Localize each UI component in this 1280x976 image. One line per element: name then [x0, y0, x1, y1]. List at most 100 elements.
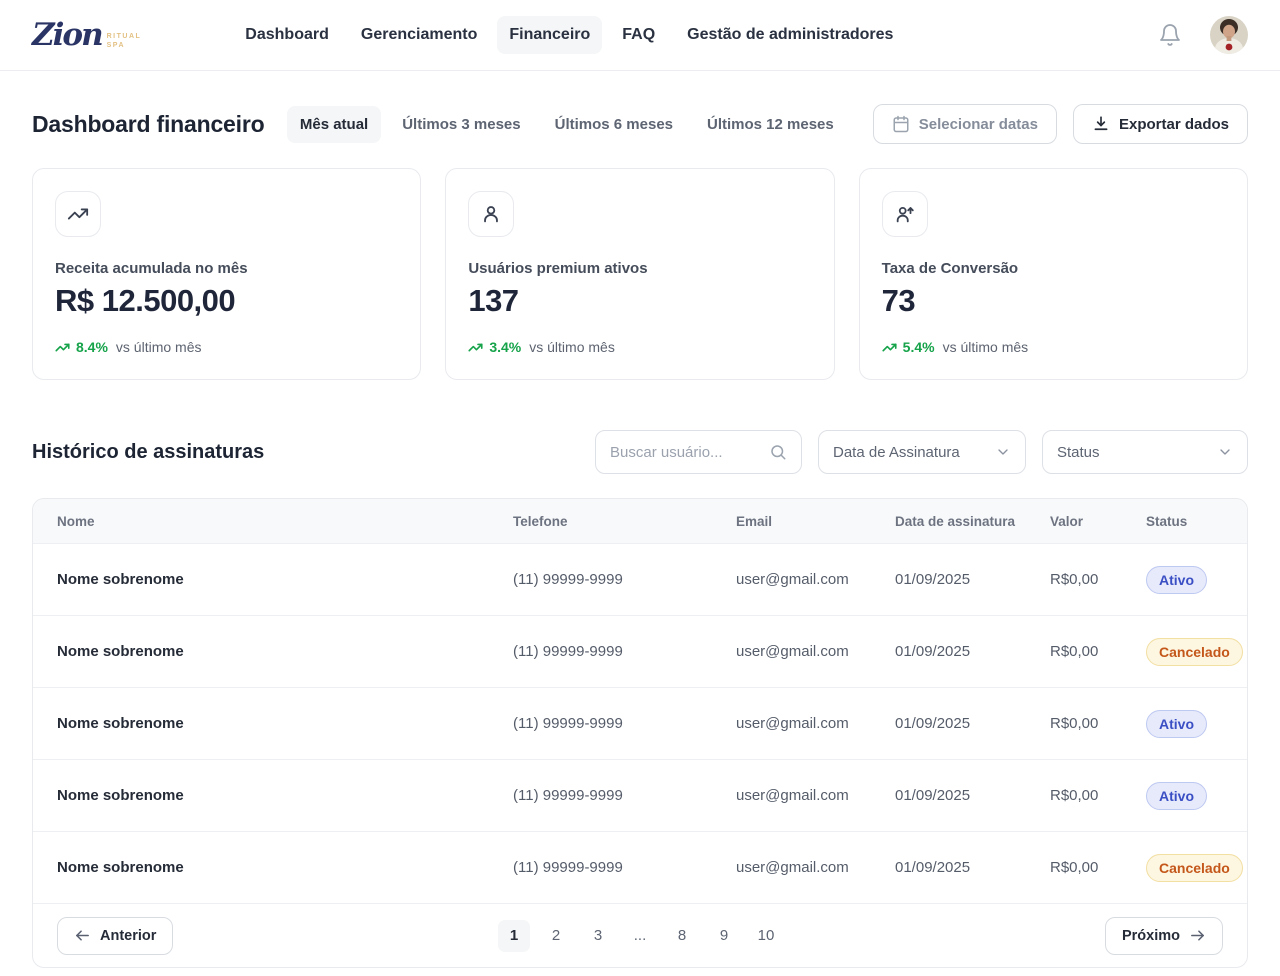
stat-value: R$ 12.500,00 — [55, 283, 398, 319]
nav-item-gestao-administradores[interactable]: Gestão de administradores — [675, 16, 905, 54]
cell-date: 01/09/2025 — [895, 643, 1050, 660]
nav-item-financeiro[interactable]: Financeiro — [497, 16, 602, 54]
next-page-button[interactable]: Próximo — [1105, 917, 1223, 955]
column-header-email: Email — [736, 514, 895, 529]
status-badge: Ativo — [1146, 710, 1207, 738]
table-row[interactable]: Nome sobrenome (11) 99999-9999 user@gmai… — [33, 759, 1247, 831]
subscriptions-header: Histórico de assinaturas Data de Assinat… — [32, 430, 1248, 474]
stat-delta-suffix: vs último mês — [529, 339, 615, 355]
stat-delta: 3.4% vs último mês — [468, 339, 811, 355]
stat-value: 137 — [468, 283, 811, 319]
cell-email: user@gmail.com — [736, 715, 895, 732]
filter-data-assinatura-label: Data de Assinatura — [833, 444, 960, 461]
user-avatar[interactable] — [1210, 16, 1248, 54]
cell-phone: (11) 99999-9999 — [513, 571, 736, 588]
table-row[interactable]: Nome sobrenome (11) 99999-9999 user@gmai… — [33, 543, 1247, 615]
nav-item-faq[interactable]: FAQ — [610, 16, 667, 54]
cell-name: Nome sobrenome — [57, 787, 513, 804]
filter-status-label: Status — [1057, 444, 1100, 461]
trend-up-icon — [55, 340, 70, 355]
page-header: Dashboard financeiro Mês atual Últimos 3… — [32, 104, 1248, 144]
stat-label: Taxa de Conversão — [882, 260, 1225, 277]
cell-phone: (11) 99999-9999 — [513, 715, 736, 732]
search-input[interactable] — [610, 444, 761, 461]
status-badge: Ativo — [1146, 566, 1207, 594]
stat-card-taxa-conversao: Taxa de Conversão 73 5.4% vs último mês — [859, 168, 1248, 380]
cell-email: user@gmail.com — [736, 787, 895, 804]
tab-mes-atual[interactable]: Mês atual — [287, 106, 381, 143]
table-row[interactable]: Nome sobrenome (11) 99999-9999 user@gmai… — [33, 615, 1247, 687]
stat-card-receita: Receita acumulada no mês R$ 12.500,00 8.… — [32, 168, 421, 380]
chevron-down-icon — [1217, 444, 1233, 460]
tab-ultimos-12-meses[interactable]: Últimos 12 meses — [694, 106, 847, 143]
chevron-down-icon — [995, 444, 1011, 460]
subscriptions-table: Nome Telefone Email Data de assinatura V… — [32, 498, 1248, 968]
cell-name: Nome sobrenome — [57, 859, 513, 876]
tab-ultimos-6-meses[interactable]: Últimos 6 meses — [542, 106, 686, 143]
download-icon — [1092, 115, 1110, 133]
page-number-3[interactable]: 3 — [582, 920, 614, 952]
brand-logo[interactable]: Zion RITUAL SPA — [32, 20, 141, 51]
cell-value: R$0,00 — [1050, 571, 1146, 588]
page-title: Dashboard financeiro — [32, 111, 264, 138]
cell-date: 01/09/2025 — [895, 715, 1050, 732]
tab-ultimos-3-meses[interactable]: Últimos 3 meses — [389, 106, 533, 143]
select-dates-button[interactable]: Selecionar datas — [873, 104, 1057, 144]
cell-phone: (11) 99999-9999 — [513, 787, 736, 804]
trending-up-icon — [55, 191, 101, 237]
page-number-10[interactable]: 10 — [750, 920, 782, 952]
stat-label: Receita acumulada no mês — [55, 260, 398, 277]
calendar-icon — [892, 115, 910, 133]
page-ellipsis: ... — [624, 920, 656, 952]
status-badge: Ativo — [1146, 782, 1207, 810]
user-arrow-up-icon — [882, 191, 928, 237]
page-number-1[interactable]: 1 — [498, 920, 530, 952]
column-header-valor: Valor — [1050, 514, 1146, 529]
page-number-2[interactable]: 2 — [540, 920, 572, 952]
stat-card-usuarios-premium: Usuários premium ativos 137 3.4% vs últi… — [445, 168, 834, 380]
nav-item-gerenciamento[interactable]: Gerenciamento — [349, 16, 489, 54]
page-number-9[interactable]: 9 — [708, 920, 740, 952]
column-header-data-assinatura: Data de assinatura — [895, 514, 1050, 529]
status-badge: Cancelado — [1146, 638, 1243, 666]
table-header-row: Nome Telefone Email Data de assinatura V… — [33, 499, 1247, 543]
stat-cards: Receita acumulada no mês R$ 12.500,00 8.… — [32, 168, 1248, 380]
page-numbers: 1 2 3 ... 8 9 10 — [498, 920, 782, 952]
export-data-button[interactable]: Exportar dados — [1073, 104, 1248, 144]
date-range-tabs: Mês atual Últimos 3 meses Últimos 6 mese… — [287, 106, 847, 143]
search-icon[interactable] — [769, 443, 787, 461]
stat-delta: 5.4% vs último mês — [882, 339, 1225, 355]
arrow-right-icon — [1189, 927, 1206, 944]
status-badge: Cancelado — [1146, 854, 1243, 882]
cell-date: 01/09/2025 — [895, 787, 1050, 804]
pagination: Anterior 1 2 3 ... 8 9 10 Próximo — [33, 903, 1247, 967]
filter-status-dropdown[interactable]: Status — [1042, 430, 1248, 474]
cell-name: Nome sobrenome — [57, 571, 513, 588]
page-number-8[interactable]: 8 — [666, 920, 698, 952]
stat-delta: 8.4% vs último mês — [55, 339, 398, 355]
filter-data-assinatura-dropdown[interactable]: Data de Assinatura — [818, 430, 1026, 474]
stat-delta-pct: 5.4% — [903, 339, 935, 355]
cell-phone: (11) 99999-9999 — [513, 859, 736, 876]
stat-delta-pct: 3.4% — [489, 339, 521, 355]
table-row[interactable]: Nome sobrenome (11) 99999-9999 user@gmai… — [33, 831, 1247, 903]
select-dates-label: Selecionar datas — [919, 116, 1038, 133]
cell-email: user@gmail.com — [736, 571, 895, 588]
brand-logo-text: Zion — [32, 20, 102, 51]
previous-page-label: Anterior — [100, 928, 156, 944]
table-row[interactable]: Nome sobrenome (11) 99999-9999 user@gmai… — [33, 687, 1247, 759]
stat-delta-pct: 8.4% — [76, 339, 108, 355]
search-user-box — [595, 430, 802, 474]
next-page-label: Próximo — [1122, 928, 1180, 944]
previous-page-button[interactable]: Anterior — [57, 917, 173, 955]
nav-item-dashboard[interactable]: Dashboard — [233, 16, 341, 54]
export-data-label: Exportar dados — [1119, 116, 1229, 133]
stat-delta-suffix: vs último mês — [943, 339, 1029, 355]
column-header-nome: Nome — [57, 514, 513, 529]
cell-date: 01/09/2025 — [895, 859, 1050, 876]
cell-value: R$0,00 — [1050, 859, 1146, 876]
subscriptions-filters: Data de Assinatura Status — [595, 430, 1248, 474]
page-header-controls: Mês atual Últimos 3 meses Últimos 6 mese… — [287, 104, 1248, 144]
notification-bell-icon[interactable] — [1158, 23, 1182, 47]
top-navigation-bar: Zion RITUAL SPA Dashboard Gerenciamento … — [0, 0, 1280, 71]
